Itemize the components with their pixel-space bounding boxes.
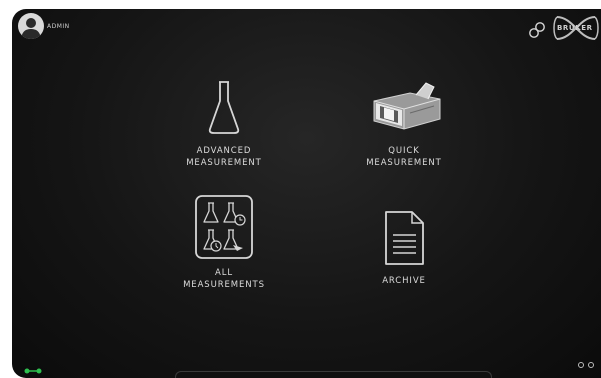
all-label-line2: MEASUREMENTS — [183, 280, 265, 290]
archive-label: ARCHIVE — [382, 276, 426, 286]
measurements-grid-icon — [195, 195, 253, 259]
bruker-logo: BRUKER — [551, 13, 601, 43]
user-avatar-icon — [18, 13, 44, 39]
quick-label-line1: QUICK — [388, 146, 420, 156]
advanced-label-line1: ADVANCED — [196, 146, 252, 156]
page-indicator — [578, 362, 594, 368]
page-dot-1[interactable] — [578, 362, 584, 368]
bottom-drawer-handle[interactable] — [175, 371, 492, 378]
all-label-line1: ALL — [215, 268, 233, 278]
flask-icon — [208, 81, 240, 134]
brand-name: BRUKER — [557, 24, 593, 32]
archive-tile[interactable]: ARCHIVE — [334, 209, 474, 287]
spectrometer-icon — [373, 82, 441, 130]
page-dot-2[interactable] — [588, 362, 594, 368]
connection-status-icon[interactable] — [24, 361, 42, 374]
document-icon — [385, 211, 424, 265]
all-measurements-tile[interactable]: ALL MEASUREMENTS — [154, 193, 294, 291]
app-screen: ADMIN BRUKER ADVANCED MEASUREMENT QUICK … — [12, 9, 601, 378]
quick-label-line2: MEASUREMENT — [366, 158, 442, 168]
link-icon[interactable] — [528, 21, 546, 39]
advanced-label-line2: MEASUREMENT — [186, 158, 262, 168]
advanced-measurement-tile[interactable]: ADVANCED MEASUREMENT — [154, 79, 294, 169]
device-frame: ADMIN BRUKER ADVANCED MEASUREMENT QUICK … — [0, 0, 601, 378]
quick-measurement-tile[interactable]: QUICK MEASUREMENT — [334, 79, 474, 169]
user-name-label: ADMIN — [47, 22, 70, 30]
user-menu[interactable]: ADMIN — [18, 13, 70, 39]
